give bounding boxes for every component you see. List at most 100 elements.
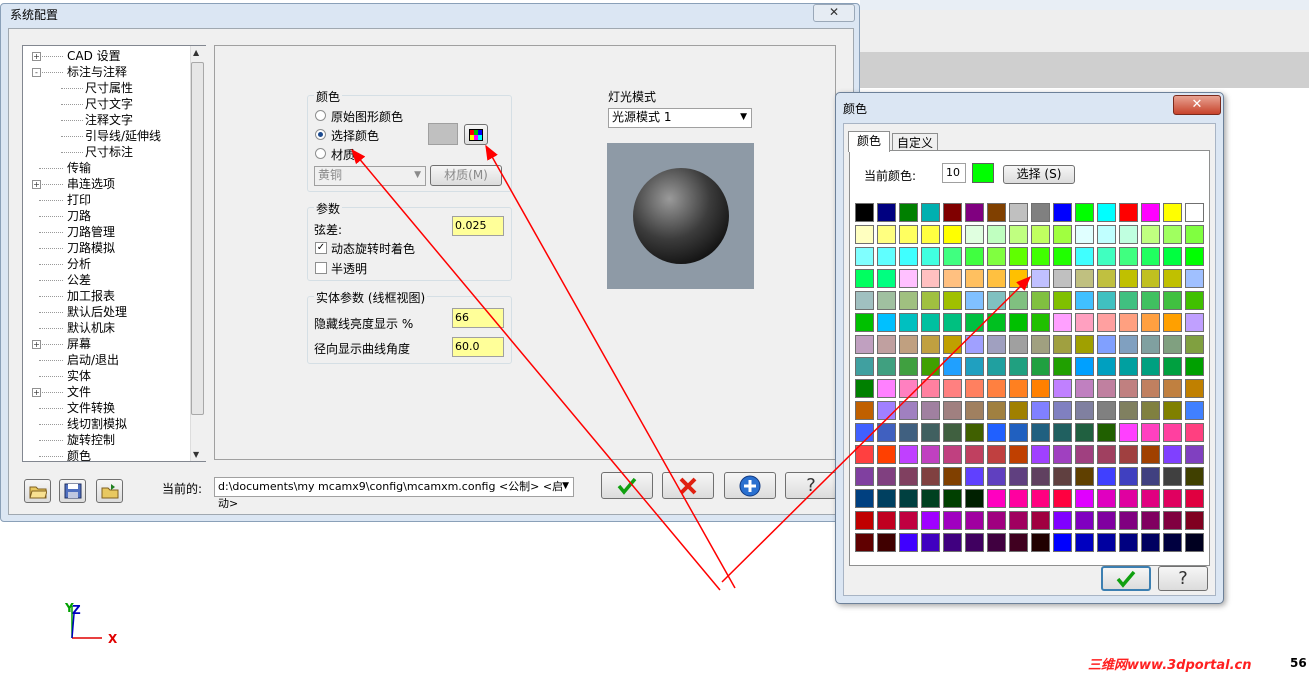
palette-swatch[interactable] [987,401,1006,420]
select-color-button[interactable]: 选择 (S) [1003,165,1075,184]
palette-swatch[interactable] [1075,379,1094,398]
palette-swatch[interactable] [877,247,896,266]
palette-swatch[interactable] [899,291,918,310]
palette-swatch[interactable] [1009,401,1028,420]
palette-swatch[interactable] [1185,401,1204,420]
palette-swatch[interactable] [899,467,918,486]
color-ok-button[interactable] [1101,566,1151,591]
palette-swatch[interactable] [987,357,1006,376]
palette-swatch[interactable] [899,401,918,420]
radio-material[interactable] [315,148,326,159]
palette-swatch[interactable] [965,533,984,552]
tree-item[interactable]: 公差 [67,272,91,288]
palette-swatch[interactable] [1009,489,1028,508]
palette-swatch[interactable] [1097,379,1116,398]
palette-swatch[interactable] [877,335,896,354]
palette-swatch[interactable] [943,379,962,398]
palette-swatch[interactable] [877,225,896,244]
material-combo[interactable]: 黄铜 ▼ [314,166,426,186]
palette-swatch[interactable] [965,225,984,244]
palette-swatch[interactable] [1163,467,1182,486]
palette-swatch[interactable] [1053,401,1072,420]
palette-swatch[interactable] [1119,489,1138,508]
palette-swatch[interactable] [855,423,874,442]
palette-swatch[interactable] [855,467,874,486]
palette-swatch[interactable] [877,511,896,530]
palette-swatch[interactable] [1053,467,1072,486]
tree-item[interactable]: 尺寸标注 [85,144,133,160]
palette-swatch[interactable] [1075,533,1094,552]
palette-swatch[interactable] [921,357,940,376]
palette-swatch[interactable] [1141,489,1160,508]
scroll-down-icon[interactable]: ▼ [193,450,199,459]
tree-item[interactable]: 注释文字 [85,112,133,128]
palette-swatch[interactable] [1031,379,1050,398]
palette-swatch[interactable] [1053,489,1072,508]
palette-swatch[interactable] [1185,225,1204,244]
palette-swatch[interactable] [1031,313,1050,332]
palette-swatch[interactable] [943,511,962,530]
palette-swatch[interactable] [1119,313,1138,332]
palette-swatch[interactable] [921,423,940,442]
palette-swatch[interactable] [943,335,962,354]
palette-swatch[interactable] [921,335,940,354]
palette-swatch[interactable] [943,291,962,310]
palette-swatch[interactable] [943,203,962,222]
palette-swatch[interactable] [987,379,1006,398]
palette-swatch[interactable] [965,269,984,288]
tree-item[interactable]: 刀路管理 [67,224,115,240]
palette-swatch[interactable] [1053,357,1072,376]
palette-swatch[interactable] [1009,203,1028,222]
palette-swatch[interactable] [855,269,874,288]
palette-swatch[interactable] [1097,335,1116,354]
palette-swatch[interactable] [1141,203,1160,222]
palette-swatch[interactable] [1185,291,1204,310]
palette-swatch[interactable] [855,225,874,244]
palette-swatch[interactable] [965,423,984,442]
chord-input[interactable]: 0.025 [452,216,504,236]
open-folder-button[interactable] [24,479,51,503]
palette-swatch[interactable] [1185,313,1204,332]
merge-folder-button[interactable] [96,479,123,503]
palette-swatch[interactable] [943,401,962,420]
palette-swatch[interactable] [987,313,1006,332]
palette-swatch[interactable] [1075,225,1094,244]
palette-swatch[interactable] [1031,357,1050,376]
palette-swatch[interactable] [855,203,874,222]
palette-swatch[interactable] [1163,291,1182,310]
palette-swatch[interactable] [1097,511,1116,530]
save-button[interactable] [59,479,86,503]
palette-swatch[interactable] [1031,489,1050,508]
palette-swatch[interactable] [965,335,984,354]
palette-swatch[interactable] [987,269,1006,288]
palette-swatch[interactable] [965,445,984,464]
palette-swatch[interactable] [1185,357,1204,376]
palette-swatch[interactable] [1163,533,1182,552]
palette-swatch[interactable] [921,291,940,310]
color-palette[interactable] [855,203,1205,552]
tree-item[interactable]: 颜色 [67,448,91,461]
palette-swatch[interactable] [899,203,918,222]
palette-swatch[interactable] [1075,467,1094,486]
palette-swatch[interactable] [1009,467,1028,486]
palette-swatch[interactable] [1097,291,1116,310]
palette-swatch[interactable] [1163,401,1182,420]
palette-swatch[interactable] [921,313,940,332]
palette-swatch[interactable] [1053,269,1072,288]
palette-swatch[interactable] [1009,357,1028,376]
palette-swatch[interactable] [1163,379,1182,398]
palette-swatch[interactable] [943,445,962,464]
palette-swatch[interactable] [921,511,940,530]
palette-swatch[interactable] [877,203,896,222]
palette-swatch[interactable] [987,467,1006,486]
tree-item[interactable]: 文件转换 [67,400,115,416]
palette-swatch[interactable] [987,291,1006,310]
palette-swatch[interactable] [943,533,962,552]
tree-item[interactable]: 刀路模拟 [67,240,115,256]
help-button[interactable]: ? [785,472,837,499]
palette-swatch[interactable] [1185,269,1204,288]
radio-select-color[interactable] [315,129,326,140]
palette-swatch[interactable] [987,203,1006,222]
palette-swatch[interactable] [921,445,940,464]
palette-swatch[interactable] [987,511,1006,530]
